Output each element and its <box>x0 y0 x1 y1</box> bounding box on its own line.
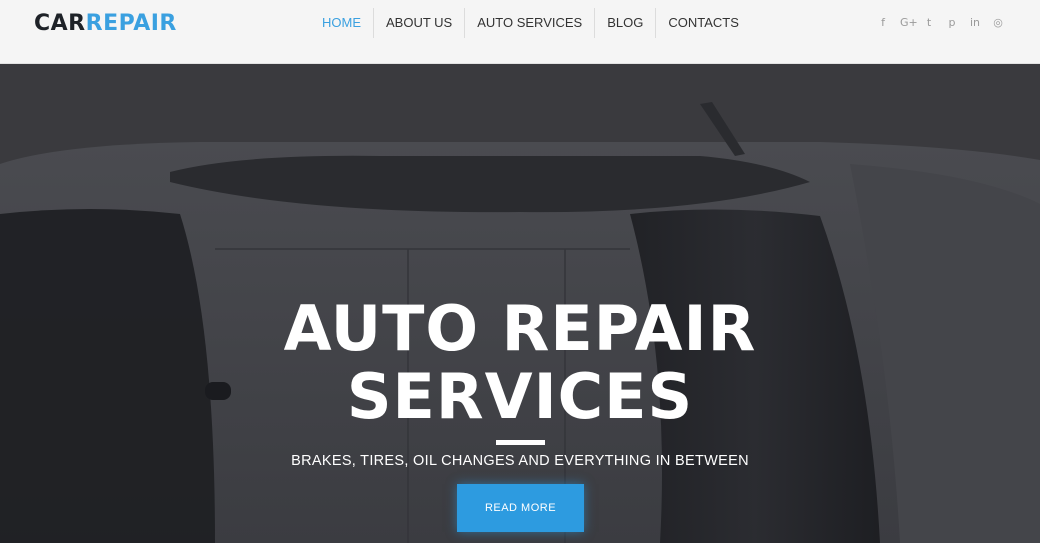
nav-item-home[interactable]: HOME <box>310 8 373 38</box>
hero-section: AUTO REPAIR SERVICES BRAKES, TIRES, OIL … <box>0 64 1040 543</box>
hero-subtitle: BRAKES, TIRES, OIL CHANGES AND EVERYTHIN… <box>291 453 749 469</box>
hero-title-line-1: AUTO REPAIR <box>283 292 757 365</box>
site-logo[interactable]: CARREPAIR <box>34 11 177 37</box>
hero-title-line-2: SERVICES <box>346 360 694 433</box>
facebook-icon[interactable]: f <box>877 16 889 30</box>
nav-item-auto-services[interactable]: AUTO SERVICES <box>464 8 594 38</box>
hero-divider <box>496 440 545 445</box>
linkedin-icon[interactable]: in <box>969 16 981 30</box>
logo-text-car: CAR <box>34 11 86 36</box>
site-header: CARREPAIR HOME ABOUT US AUTO SERVICES BL… <box>0 0 1040 64</box>
twitter-icon[interactable]: t <box>923 16 935 30</box>
main-nav: HOME ABOUT US AUTO SERVICES BLOG CONTACT… <box>310 8 751 38</box>
nav-item-blog[interactable]: BLOG <box>594 8 655 38</box>
instagram-icon[interactable]: ◎ <box>992 16 1004 30</box>
read-more-button[interactable]: READ MORE <box>457 484 584 532</box>
nav-item-about-us[interactable]: ABOUT US <box>373 8 464 38</box>
social-links: f G+ t p in ◎ <box>877 16 1004 30</box>
pinterest-icon[interactable]: p <box>946 16 958 30</box>
google-plus-icon[interactable]: G+ <box>900 16 918 30</box>
nav-item-contacts[interactable]: CONTACTS <box>655 8 751 38</box>
logo-text-repair: REPAIR <box>85 11 177 36</box>
